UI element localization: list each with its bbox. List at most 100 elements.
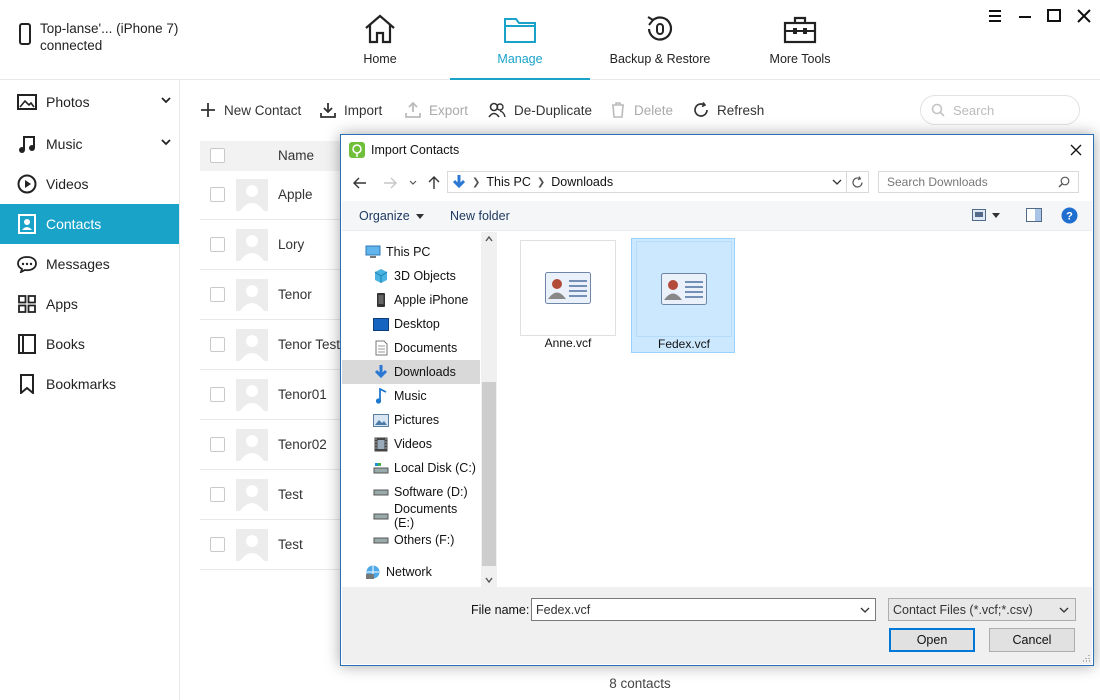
scrollbar-thumb[interactable] — [482, 382, 496, 566]
export-label: Export — [429, 102, 469, 118]
column-header-name[interactable]: Name — [278, 148, 314, 163]
preview-pane-button[interactable] — [1026, 208, 1042, 222]
export-icon — [405, 102, 421, 118]
maximize-button[interactable] — [1044, 6, 1064, 26]
dialog-bottom-panel: File name: Fedex.vcf Contact Files (*.vc… — [342, 587, 1092, 664]
row-checkbox[interactable] — [210, 237, 225, 252]
new-contact-button[interactable]: New Contact — [200, 96, 301, 124]
close-app-button[interactable] — [1074, 6, 1094, 26]
tree-item-label: Software (D:) — [394, 485, 468, 499]
up-button[interactable] — [424, 173, 444, 193]
table-row[interactable]: Lory — [200, 220, 350, 270]
tree-item-documents[interactable]: Documents — [342, 336, 480, 360]
table-row[interactable]: Apple — [200, 170, 350, 220]
tree-item-documents-e[interactable]: Documents (E:) — [342, 502, 480, 530]
export-button[interactable]: Export — [405, 96, 468, 124]
tab-more-tools-label: More Tools — [769, 52, 831, 66]
new-folder-button[interactable]: New folder — [450, 209, 510, 223]
deduplicate-button[interactable]: De-Duplicate — [488, 96, 592, 124]
import-button[interactable]: Import — [320, 96, 382, 124]
back-button[interactable] — [350, 173, 370, 193]
row-checkbox[interactable] — [210, 387, 225, 402]
search-input[interactable]: Search — [920, 95, 1080, 125]
change-view-button[interactable] — [972, 209, 1000, 221]
tab-more-tools[interactable]: More Tools — [730, 0, 870, 80]
tree-item-apple-iphone[interactable]: Apple iPhone — [342, 288, 480, 312]
refresh-icon — [694, 102, 708, 117]
recent-locations-button[interactable] — [403, 173, 423, 193]
organize-button[interactable]: Organize — [359, 209, 424, 223]
tree-item-desktop[interactable]: Desktop — [342, 312, 480, 336]
help-button[interactable]: ? — [1061, 207, 1078, 224]
tab-backup-restore[interactable]: Backup & Restore — [590, 0, 730, 80]
book-icon — [17, 334, 37, 354]
row-checkbox[interactable] — [210, 437, 225, 452]
minimize-button[interactable] — [1015, 6, 1035, 26]
sidebar-item-music[interactable]: Music — [0, 124, 179, 164]
tree-item-music[interactable]: Music — [342, 384, 480, 408]
sidebar-item-books[interactable]: Books — [0, 324, 179, 364]
row-checkbox[interactable] — [210, 187, 225, 202]
tree-item-pictures[interactable]: Pictures — [342, 408, 480, 432]
chevron-down-icon[interactable] — [161, 96, 171, 104]
table-row[interactable]: Tenor Test — [200, 320, 350, 370]
row-checkbox[interactable] — [210, 487, 225, 502]
tab-manage[interactable]: Manage — [450, 0, 590, 80]
file-item-selected[interactable]: Fedex.vcf — [631, 238, 735, 353]
sidebar-item-bookmarks[interactable]: Bookmarks — [0, 364, 179, 404]
scroll-up-icon[interactable] — [485, 236, 493, 242]
sidebar-item-label: Messages — [46, 256, 110, 272]
apps-grid-icon — [17, 294, 37, 314]
row-checkbox[interactable] — [210, 537, 225, 552]
select-all-checkbox[interactable] — [210, 148, 225, 163]
row-checkbox[interactable] — [210, 337, 225, 352]
search-downloads-input[interactable]: Search Downloads — [878, 171, 1079, 193]
sidebar-item-apps[interactable]: Apps — [0, 284, 179, 324]
table-row[interactable]: Tenor01 — [200, 370, 350, 420]
breadcrumb-this-pc[interactable]: This PC — [486, 175, 530, 189]
tree-item-network[interactable]: Network — [342, 560, 480, 584]
sidebar-item-messages[interactable]: Messages — [0, 244, 179, 284]
file-type-select[interactable]: Contact Files (*.vcf;*.csv) — [888, 598, 1076, 621]
cancel-button[interactable]: Cancel — [989, 628, 1075, 652]
file-name-label: File name: — [471, 603, 530, 617]
forward-button[interactable] — [380, 173, 400, 193]
table-row[interactable]: Test — [200, 470, 350, 520]
file-item[interactable]: Anne.vcf — [516, 238, 620, 353]
table-row[interactable]: Test — [200, 520, 350, 570]
contact-name: Test — [278, 537, 303, 552]
breadcrumb-downloads[interactable]: Downloads — [551, 175, 613, 189]
address-bar[interactable]: ❯ This PC ❯ Downloads — [447, 171, 869, 193]
dialog-close-button[interactable] — [1067, 141, 1085, 159]
sidebar-item-photos[interactable]: Photos — [0, 82, 179, 122]
navigation-scrollbar[interactable] — [481, 232, 497, 590]
sidebar-item-contacts[interactable]: Contacts — [0, 204, 179, 244]
resize-grip-icon[interactable] — [1080, 652, 1090, 662]
menu-button[interactable] — [985, 6, 1005, 26]
tree-item-local-disk-c[interactable]: Local Disk (C:) — [342, 456, 480, 480]
delete-button[interactable]: Delete — [610, 96, 673, 124]
caret-down-icon — [992, 212, 1000, 218]
arrow-up-icon — [428, 176, 440, 189]
tree-item-videos[interactable]: Videos — [342, 432, 480, 456]
network-icon — [365, 564, 381, 580]
tab-home[interactable]: Home — [310, 0, 450, 80]
tree-item-others-f[interactable]: Others (F:) — [342, 528, 480, 552]
chevron-down-icon[interactable] — [860, 607, 870, 614]
vcard-icon — [545, 272, 591, 304]
tree-item-this-pc[interactable]: This PC — [342, 240, 480, 264]
refresh-button[interactable]: Refresh — [693, 96, 764, 124]
tree-item-software-d[interactable]: Software (D:) — [342, 480, 480, 504]
table-row[interactable]: Tenor — [200, 270, 350, 320]
scroll-down-icon[interactable] — [485, 577, 493, 583]
tree-item-downloads[interactable]: Downloads — [342, 360, 480, 384]
row-checkbox[interactable] — [210, 287, 225, 302]
refresh-icon[interactable] — [851, 176, 864, 189]
chevron-down-icon[interactable] — [832, 179, 842, 186]
chevron-down-icon[interactable] — [161, 138, 171, 146]
sidebar-item-videos[interactable]: Videos — [0, 164, 179, 204]
table-row[interactable]: Tenor02 — [200, 420, 350, 470]
tree-item-3d-objects[interactable]: 3D Objects — [342, 264, 480, 288]
open-button[interactable]: Open — [889, 628, 975, 652]
file-name-input[interactable]: Fedex.vcf — [531, 598, 876, 621]
